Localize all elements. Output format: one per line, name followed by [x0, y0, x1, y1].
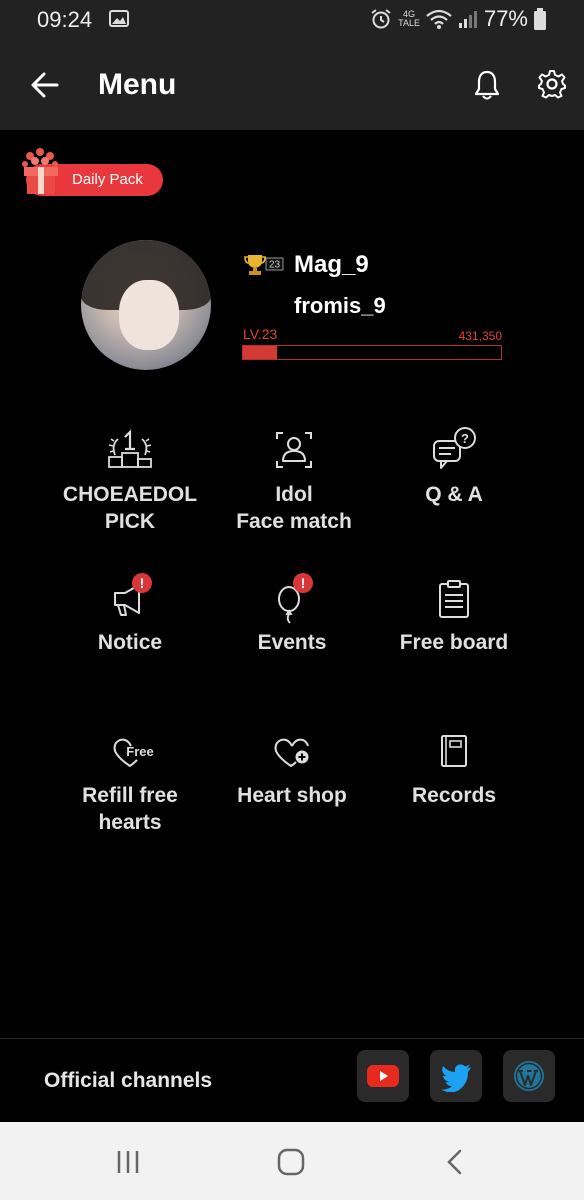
face-match-button[interactable]: Idol Face match: [204, 425, 384, 535]
records-label: Records: [411, 784, 497, 807]
refill-free-hearts-button[interactable]: Free Refill free hearts: [40, 726, 220, 836]
daily-pack-button[interactable]: Daily Pack: [22, 148, 163, 196]
qa-label: Q & A: [425, 483, 483, 506]
events-alert-badge: !: [293, 573, 313, 593]
wordpress-channel-button[interactable]: [503, 1050, 555, 1102]
book-records-icon: [441, 735, 467, 767]
trophy-count: 23: [269, 260, 281, 271]
records-button[interactable]: Records: [364, 726, 544, 809]
username: Mag_9: [294, 251, 369, 278]
events-icon-wrap: !: [267, 573, 317, 625]
face-match-label: Idol Face match: [236, 483, 352, 533]
notification-bell-icon[interactable]: [472, 69, 502, 101]
recent-apps-icon[interactable]: [113, 1148, 143, 1176]
twitter-icon: [441, 1064, 471, 1092]
free-board-label: Free board: [399, 631, 509, 654]
youtube-channel-button[interactable]: [357, 1050, 409, 1102]
alarm-icon: [371, 9, 391, 29]
notice-button[interactable]: ! Notice: [40, 573, 220, 656]
choeaedol-pick-label: CHOEAEDOL PICK: [62, 483, 198, 533]
trophy-icon: 23: [244, 255, 284, 275]
back-arrow-icon[interactable]: [30, 70, 60, 100]
level-progress-bar: [242, 345, 502, 360]
wifi-icon: [426, 9, 452, 29]
page-title: Menu: [98, 68, 177, 101]
heart-plus-icon: [274, 738, 309, 767]
events-button[interactable]: ! Events: [202, 573, 382, 656]
footer-divider: [0, 1038, 584, 1039]
settings-gear-icon[interactable]: [537, 69, 567, 99]
network-type: 4G TALE: [398, 9, 420, 28]
choeaedol-pick-button[interactable]: CHOEAEDOL PICK: [40, 425, 220, 535]
official-channels-label: Official channels: [44, 1069, 213, 1092]
svg-text:?: ?: [461, 431, 469, 446]
heart-shop-label: Heart shop: [237, 784, 347, 807]
free-heart-icon: Free: [113, 738, 154, 767]
events-label: Events: [257, 631, 327, 654]
status-time: 09:24: [37, 7, 93, 32]
wordpress-icon: [514, 1061, 544, 1091]
level-points: 431,350: [458, 329, 502, 343]
home-icon[interactable]: [276, 1148, 306, 1176]
free-board-button[interactable]: Free board: [364, 575, 544, 656]
back-icon[interactable]: [440, 1148, 470, 1176]
battery-percent: 77%: [483, 6, 528, 31]
gallery-notification-icon: [109, 10, 129, 27]
youtube-icon: [367, 1065, 399, 1087]
gift-box-icon: [22, 148, 58, 194]
level-progress-fill: [243, 346, 277, 359]
podium-ranking-icon: [108, 429, 152, 468]
face-scan-icon: [276, 432, 312, 468]
system-navigation-bar: [0, 1122, 584, 1200]
notice-icon-wrap: !: [105, 573, 155, 625]
signal-icon: [458, 11, 477, 28]
battery-icon: [534, 8, 546, 30]
daily-pack-label: Daily Pack: [72, 171, 143, 188]
notice-label: Notice: [97, 631, 163, 654]
question-chat-icon: ?: [433, 427, 476, 469]
notice-alert-badge: !: [132, 573, 152, 593]
clipboard-icon: [439, 580, 469, 618]
app-bar: Menu: [0, 40, 584, 130]
free-icon-text: Free: [126, 744, 153, 759]
favorite-group: fromis_9: [294, 293, 386, 318]
heart-shop-button[interactable]: Heart shop: [202, 726, 382, 809]
status-bar: 09:24 4G TALE 77%: [0, 0, 584, 40]
status-right: 4G TALE 77%: [370, 6, 546, 32]
refill-free-hearts-label: Refill free hearts: [82, 784, 178, 834]
level-label: LV.23: [243, 326, 278, 342]
avatar[interactable]: [81, 240, 211, 370]
twitter-channel-button[interactable]: [430, 1050, 482, 1102]
qa-button[interactable]: ? Q & A: [364, 425, 544, 508]
